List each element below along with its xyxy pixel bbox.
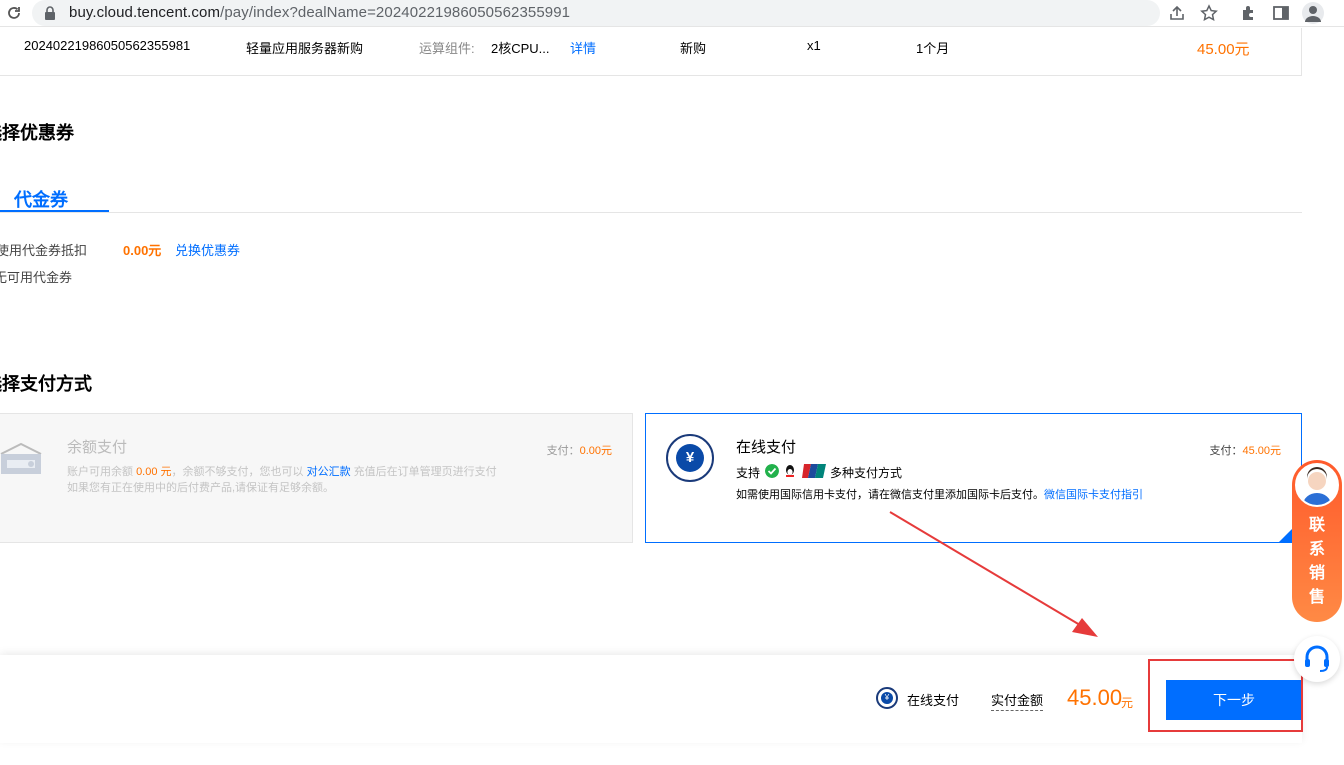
yuan-payment-icon: ¥: [666, 434, 714, 482]
order-quantity: x1: [807, 38, 821, 53]
payment-section-title: 选择支付方式: [0, 374, 92, 394]
checkout-footer: ¥ 在线支付 实付金额 45.00 元 下一步: [0, 655, 1302, 743]
yuan-small-glyph: ¥: [881, 692, 893, 704]
online-support-label: 支持: [736, 466, 761, 480]
url-text: buy.cloud.tencent.com/pay/index?dealName…: [69, 4, 570, 21]
reload-icon[interactable]: [6, 4, 22, 22]
wechat-intl-card-guide-link[interactable]: 微信国际卡支付指引: [1044, 489, 1143, 501]
balance-payment-title: 余额支付: [67, 439, 128, 456]
exchange-coupon-link[interactable]: 兑换优惠券: [175, 240, 240, 259]
tab-divider: [0, 212, 1302, 213]
contact-sales-widget[interactable]: 联 系 销 售: [1292, 460, 1342, 622]
order-type: 新购: [680, 41, 707, 56]
extensions-icon[interactable]: [1240, 4, 1258, 22]
order-detail-link[interactable]: 详情: [570, 38, 596, 57]
online-payment-option[interactable]: ¥ 在线支付 支付：45.00元 支持 多种支付方式 如需使用国际信用卡支付，请…: [645, 413, 1302, 543]
coupon-deduct-label: 使用代金券抵扣: [0, 243, 88, 258]
qq-pay-icon: [786, 465, 794, 477]
coupon-deduct-amount: 0.00元: [123, 243, 162, 258]
sales-char-3: 销: [1308, 565, 1325, 582]
browser-toolbar: buy.cloud.tencent.com/pay/index?dealName…: [0, 0, 1344, 27]
lock-icon: [45, 6, 55, 20]
sales-char-1: 联: [1308, 517, 1325, 534]
yuan-payment-small-icon: ¥: [876, 687, 898, 709]
balance-desc-text-b: ，余额不够支付，您也可以: [171, 466, 307, 478]
balance-payment-option[interactable]: 余额支付 支付：0.00元 账户可用余额 0.00 元，余额不够支付，您也可以 …: [0, 413, 633, 543]
balance-desc-text-c: 充值后在订单管理页进行支付: [350, 466, 497, 478]
yuan-glyph: ¥: [676, 444, 704, 472]
balance-pay-amount: 支付：0.00元: [547, 442, 612, 458]
order-spec-value: 2核CPU...: [491, 41, 550, 56]
actual-amount-label[interactable]: 实付金额: [991, 690, 1044, 711]
side-panel-icon[interactable]: [1272, 4, 1290, 22]
online-pay-value: 45.00元: [1242, 445, 1281, 457]
order-spec-label: 运算组件:: [419, 41, 475, 56]
balance-description: 账户可用余额 0.00 元，余额不够支付，您也可以 对公汇款 充值后在订单管理页…: [67, 464, 497, 496]
online-payment-note: 如需使用国际信用卡支付，请在微信支付里添加国际卡后支付。微信国际卡支付指引: [736, 486, 1143, 502]
order-duration: 1个月: [916, 41, 950, 56]
sales-char-2: 系: [1308, 541, 1325, 558]
balance-available-amount: 0.00 元: [136, 466, 172, 478]
intl-card-note: 如需使用国际信用卡支付，请在微信支付里添加国际卡后支付。: [736, 489, 1044, 501]
headset-icon: [1305, 645, 1329, 672]
no-coupon-text: 无可用代金券: [0, 270, 73, 285]
url-domain: buy.cloud.tencent.com: [69, 4, 221, 21]
share-icon[interactable]: [1168, 4, 1186, 22]
online-payment-title: 在线支付: [736, 439, 797, 456]
sales-avatar: [1295, 463, 1339, 507]
tab-voucher[interactable]: 代金券: [14, 186, 68, 212]
actual-amount-value: 45.00: [1067, 685, 1123, 710]
annotation-arrow-icon: [889, 511, 1098, 637]
customer-support-widget[interactable]: [1294, 636, 1340, 682]
order-table-row: 20240221986050562355981 轻量应用服务器新购 运算组件: …: [0, 28, 1302, 76]
corporate-transfer-link[interactable]: 对公汇款: [307, 466, 351, 478]
sales-char-4: 售: [1308, 589, 1325, 606]
balance-pay-label: 支付：: [546, 445, 580, 457]
order-id: 20240221986050562355981: [24, 38, 191, 53]
balance-pay-value: 0.00元: [579, 445, 612, 457]
address-bar[interactable]: buy.cloud.tencent.com/pay/index?dealName…: [32, 0, 1218, 26]
online-pay-label: 支付：: [1209, 445, 1243, 457]
selected-payment-method: 在线支付: [907, 693, 960, 708]
bookmark-star-icon[interactable]: [1200, 4, 1218, 22]
unionpay-icon: [802, 464, 826, 478]
wechat-pay-icon: [765, 464, 779, 478]
wallet-icon: [0, 442, 42, 474]
contact-sales-label: 联 系 销 售: [1292, 514, 1342, 610]
order-price: 45.00元: [1197, 41, 1250, 58]
order-product: 轻量应用服务器新购: [246, 41, 364, 56]
actual-amount-unit: 元: [1121, 696, 1134, 710]
balance-desc-text-a: 账户可用余额: [67, 466, 137, 478]
url-path: /pay/index?dealName=20240221986050562355…: [220, 4, 571, 21]
online-pay-amount: 支付：45.00元: [1209, 442, 1281, 458]
annotation-highlight-box: [1148, 659, 1303, 732]
profile-avatar-icon[interactable]: [1302, 2, 1324, 24]
coupon-section-title: 选择优惠券: [0, 123, 74, 143]
balance-desc-line2: 如果您有正在使用中的后付费产品,请保证有足够余额。: [67, 482, 335, 494]
online-methods-text: 多种支付方式: [830, 466, 903, 480]
